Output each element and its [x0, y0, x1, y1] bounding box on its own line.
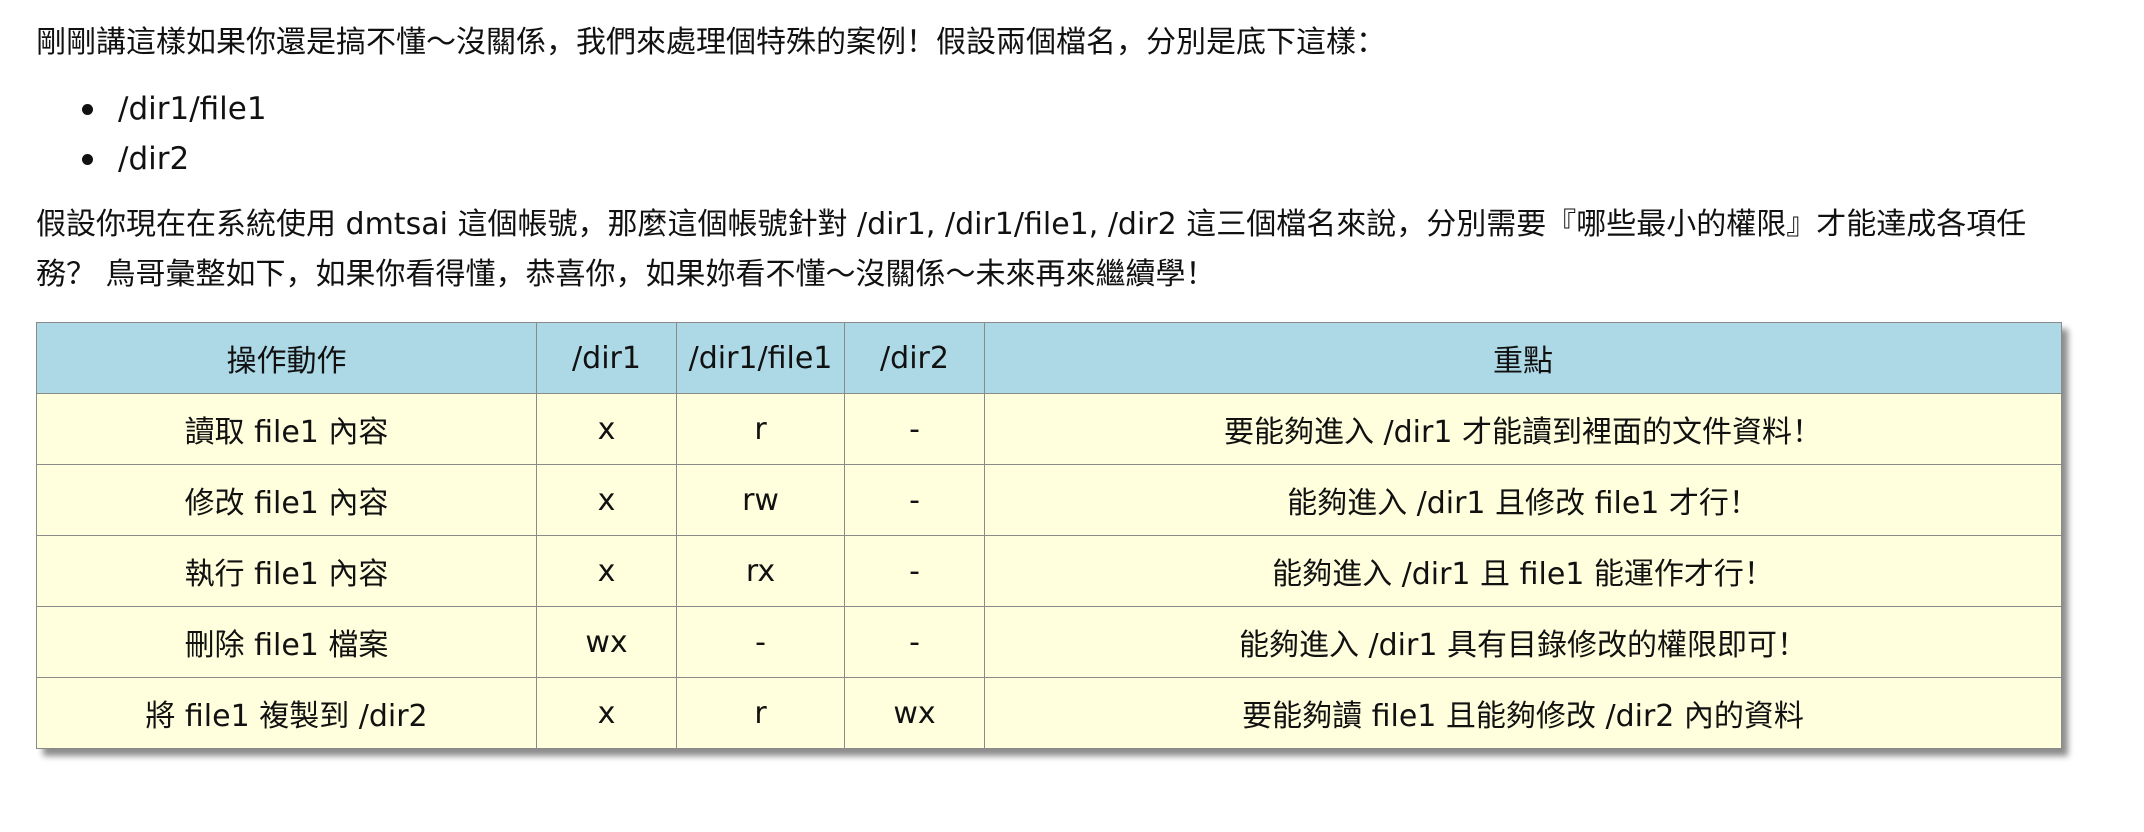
bullet-icon [82, 154, 93, 165]
table-row: 修改 file1 內容 x rw - 能夠進入 /dir1 且修改 file1 … [36, 464, 2062, 536]
path-text: /dir2 [118, 141, 190, 177]
cell-key-point: 能夠進入 /dir1 且修改 file1 才行！ [984, 464, 2062, 536]
cell-dir1-file1: rw [676, 464, 845, 536]
cell-key-point: 能夠進入 /dir1 且 file1 能運作才行！ [984, 535, 2062, 607]
cell-dir1-file1: - [676, 606, 845, 678]
header-action: 操作動作 [36, 322, 537, 394]
cell-dir1: x [536, 535, 677, 607]
cell-action: 修改 file1 內容 [36, 464, 537, 536]
cell-dir2: - [844, 535, 985, 607]
bullet-icon [82, 104, 93, 115]
list-item: /dir2 [82, 134, 2136, 184]
cell-key-point: 能夠進入 /dir1 具有目錄修改的權限即可！ [984, 606, 2062, 678]
intro-paragraph: 剛剛講這樣如果你還是搞不懂～沒關係，我們來處理個特殊的案例！假設兩個檔名，分別是… [36, 25, 1386, 60]
cell-action: 讀取 file1 內容 [36, 393, 537, 465]
cell-dir1-file1: r [676, 677, 845, 749]
cell-action: 將 file1 複製到 /dir2 [36, 677, 537, 749]
description-line-1: 假設你現在在系統使用 dmtsai 這個帳號，那麼這個帳號針對 /dir1, /… [36, 207, 2027, 242]
cell-dir1: x [536, 677, 677, 749]
description-line-2: 務？ 鳥哥彙整如下，如果你看得懂，恭喜你，如果妳看不懂～沒關係～未來再來繼續學！ [36, 257, 1216, 292]
header-key-point: 重點 [984, 322, 2062, 394]
cell-dir1-file1: rx [676, 535, 845, 607]
header-dir1-file1: /dir1/file1 [676, 322, 845, 394]
article-content: 剛剛講這樣如果你還是搞不懂～沒關係，我們來處理個特殊的案例！假設兩個檔名，分別是… [36, 18, 2136, 749]
permission-table-container: 操作動作 /dir1 /dir1/file1 /dir2 重點 讀取 file1… [36, 322, 2062, 749]
cell-dir2: - [844, 464, 985, 536]
cell-dir1: x [536, 464, 677, 536]
cell-dir2: - [844, 393, 985, 465]
path-list: /dir1/file1 /dir2 [36, 84, 2136, 184]
table-row: 將 file1 複製到 /dir2 x r wx 要能夠讀 file1 且能夠修… [36, 677, 2062, 749]
cell-dir2: - [844, 606, 985, 678]
table-row: 執行 file1 內容 x rx - 能夠進入 /dir1 且 file1 能運… [36, 535, 2062, 607]
cell-key-point: 要能夠進入 /dir1 才能讀到裡面的文件資料！ [984, 393, 2062, 465]
cell-dir1: x [536, 393, 677, 465]
cell-action: 刪除 file1 檔案 [36, 606, 537, 678]
table-header-row: 操作動作 /dir1 /dir1/file1 /dir2 重點 [36, 322, 2062, 394]
cell-dir2: wx [844, 677, 985, 749]
table-row: 刪除 file1 檔案 wx - - 能夠進入 /dir1 具有目錄修改的權限即… [36, 606, 2062, 678]
header-dir1: /dir1 [536, 322, 677, 394]
cell-dir1-file1: r [676, 393, 845, 465]
permission-table: 操作動作 /dir1 /dir1/file1 /dir2 重點 讀取 file1… [36, 322, 2062, 749]
list-item: /dir1/file1 [82, 84, 2136, 134]
header-dir2: /dir2 [844, 322, 985, 394]
cell-dir1: wx [536, 606, 677, 678]
table-row: 讀取 file1 內容 x r - 要能夠進入 /dir1 才能讀到裡面的文件資… [36, 393, 2062, 465]
cell-key-point: 要能夠讀 file1 且能夠修改 /dir2 內的資料 [984, 677, 2062, 749]
cell-action: 執行 file1 內容 [36, 535, 537, 607]
path-text: /dir1/file1 [118, 91, 267, 127]
